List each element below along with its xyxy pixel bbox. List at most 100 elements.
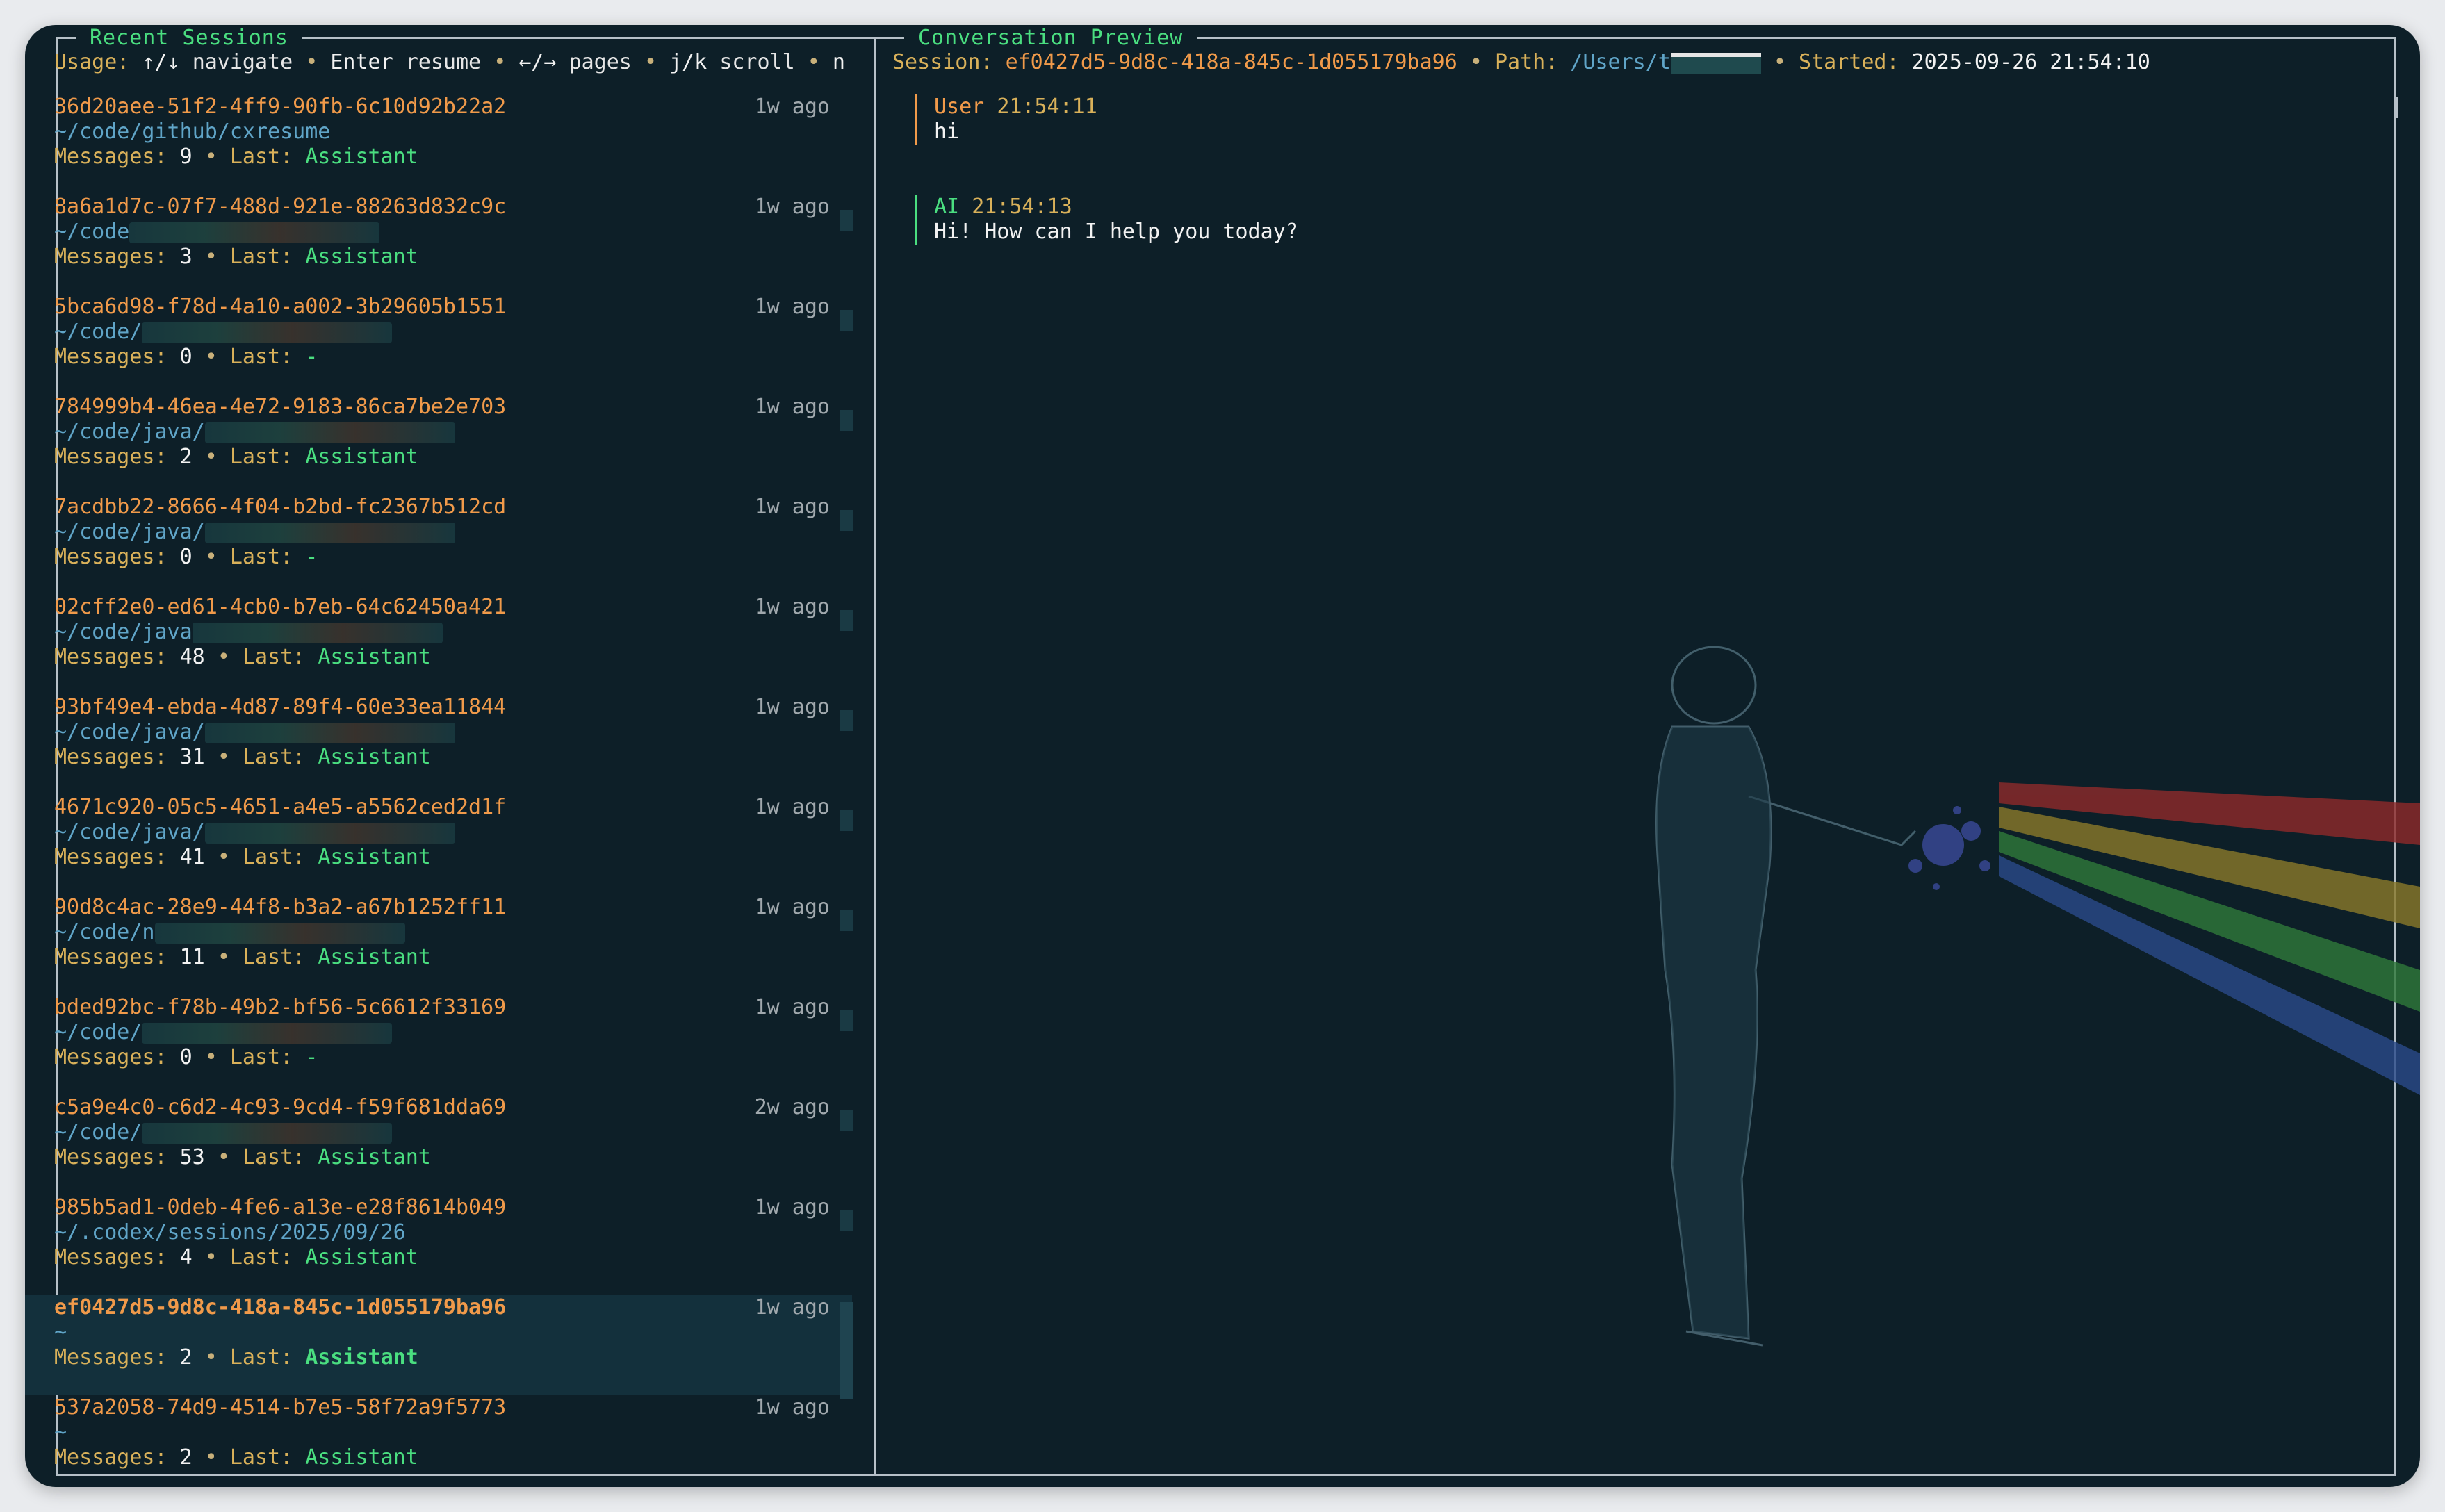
session-age: 1w ago	[754, 1295, 830, 1320]
session-item[interactable]: bded92bc-f78b-49b2-bf56-5c6612f33169 1w a…	[25, 995, 852, 1095]
session-list: 36d20aee-51f2-4ff9-90fb-6c10d92b22a2 1w a…	[25, 94, 852, 1487]
scrollbar-segment[interactable]	[840, 210, 853, 231]
session-meta: Messages: 53 • Last: Assistant	[54, 1145, 431, 1169]
session-id: 90d8c4ac-28e9-44f8-b3a2-a67b1252ff11	[54, 895, 507, 919]
session-item[interactable]: 36d20aee-51f2-4ff9-90fb-6c10d92b22a2 1w a…	[25, 94, 852, 195]
session-item[interactable]: 7acdbb22-8666-4f04-b2bd-fc2367b512cd 1w a…	[25, 495, 852, 595]
session-meta: Messages: 0 • Last: -	[54, 545, 318, 569]
message-count: 41	[179, 845, 205, 869]
session-path: ~/code/java/	[54, 720, 852, 745]
session-id: 784999b4-46ea-4e72-9183-86ca7be2e703	[54, 395, 507, 419]
last-speaker: Assistant	[305, 245, 418, 269]
scrollbar-segment[interactable]	[840, 810, 853, 831]
scrollbar-segment[interactable]	[840, 510, 853, 531]
message-count: 0	[179, 345, 193, 369]
rainbow-beams	[1999, 782, 2420, 1095]
session-item[interactable]: 02cff2e0-ed61-4cb0-b7eb-64c62450a421 1w a…	[25, 595, 852, 695]
scrollbar-segment[interactable]	[840, 1010, 853, 1031]
terminal-window: Recent Sessions Conversation Preview Usa…	[25, 25, 2420, 1487]
message-count: 0	[179, 1045, 193, 1069]
session-item[interactable]: 784999b4-46ea-4e72-9183-86ca7be2e703 1w a…	[25, 395, 852, 495]
message-user: User 21:54:11 hi	[915, 94, 1097, 145]
message-count: 2	[179, 1345, 193, 1370]
session-age: 1w ago	[754, 395, 830, 419]
redacted-block	[204, 722, 455, 743]
last-speaker: Assistant	[318, 1145, 431, 1169]
session-meta: Messages: 2 • Last: Assistant	[54, 1345, 418, 1370]
message-count: 9	[179, 145, 193, 169]
usage-hint: Usage: ↑/↓ navigate • Enter resume • ←/→…	[54, 50, 845, 74]
session-meta: Messages: 0 • Last: -	[54, 1045, 318, 1069]
scrollbar-segment[interactable]	[840, 1210, 853, 1231]
last-speaker: Assistant	[305, 1445, 418, 1470]
redacted-block	[204, 422, 455, 443]
session-meta: Messages: 2 • Last: Assistant	[54, 445, 418, 469]
session-item[interactable]: 4671c920-05c5-4651-a4e5-a5562ced2d1f 1w a…	[25, 795, 852, 895]
scrollbar-segment[interactable]	[840, 310, 853, 331]
session-item[interactable]: 93bf49e4-ebda-4d87-89f4-60e33ea11844 1w a…	[25, 695, 852, 795]
redacted-block	[129, 222, 380, 243]
redacted-block	[142, 322, 393, 343]
session-meta: Messages: 0 • Last: -	[54, 345, 318, 369]
redacted-block	[204, 822, 455, 844]
session-item[interactable]: ef0427d5-9d8c-418a-845c-1d055179ba96 1w a…	[25, 1295, 852, 1395]
session-path: ~	[54, 1420, 67, 1445]
session-age: 1w ago	[754, 295, 830, 319]
scrollbar-segment[interactable]	[840, 610, 853, 631]
session-id: 93bf49e4-ebda-4d87-89f4-60e33ea11844	[54, 695, 507, 719]
message-count: 11	[179, 945, 205, 969]
conversation-preview-title: Conversation Preview	[904, 26, 1197, 51]
session-id: 537a2058-74d9-4514-b7e5-58f72a9f5773	[54, 1395, 507, 1420]
session-path: ~/code/java/	[54, 820, 852, 845]
started-time: 2025-09-26 21:54:10	[1911, 50, 2150, 74]
last-speaker: Assistant	[318, 845, 431, 869]
session-path: /Users/t	[1570, 50, 1671, 74]
scrollbar-segment[interactable]	[840, 910, 853, 931]
session-age: 1w ago	[754, 995, 830, 1019]
session-path: ~/code/github/cxresume	[54, 120, 331, 144]
message-count: 2	[179, 445, 193, 469]
redacted-block	[204, 522, 455, 543]
last-speaker: Assistant	[318, 945, 431, 969]
session-age: 1w ago	[754, 195, 830, 219]
session-path: ~/.codex/sessions/2025/09/26	[54, 1220, 406, 1244]
last-speaker: -	[305, 1045, 318, 1069]
last-speaker: Assistant	[305, 145, 418, 169]
session-meta: Messages: 4 • Last: Assistant	[54, 1245, 418, 1269]
session-age: 1w ago	[754, 1395, 830, 1420]
session-item[interactable]: 5bca6d98-f78d-4a10-a002-3b29605b1551 1w a…	[25, 295, 852, 395]
session-item[interactable]: 537a2058-74d9-4514-b7e5-58f72a9f5773 1w a…	[25, 1395, 852, 1487]
scrollbar-segment[interactable]	[840, 410, 853, 431]
paint-splatter	[1908, 806, 1990, 890]
session-id: 5bca6d98-f78d-4a10-a002-3b29605b1551	[54, 295, 507, 319]
recent-sessions-title: Recent Sessions	[76, 26, 302, 51]
session-meta: Messages: 9 • Last: Assistant	[54, 145, 418, 169]
message-count: 3	[179, 245, 193, 269]
session-path: ~	[54, 1320, 67, 1345]
session-path: ~/code/	[54, 1020, 852, 1045]
session-age: 1w ago	[754, 595, 830, 619]
last-speaker: Assistant	[318, 745, 431, 769]
message-ai: AI 21:54:13 Hi! How can I help you today…	[915, 195, 1298, 245]
session-item[interactable]: 985b5ad1-0deb-4fe6-a13e-e28f8614b049 1w a…	[25, 1195, 852, 1295]
last-speaker: Assistant	[318, 645, 431, 669]
session-id: c5a9e4c0-c6d2-4c93-9cd4-f59f681dda69	[54, 1095, 507, 1119]
session-id: ef0427d5-9d8c-418a-845c-1d055179ba96	[1005, 50, 1457, 74]
background-artwork	[1655, 646, 2420, 1347]
redacted-block	[1670, 52, 1761, 74]
session-meta: Messages: 3 • Last: Assistant	[54, 245, 418, 269]
session-item[interactable]: 8a6a1d7c-07f7-488d-921e-88263d832c9c 1w a…	[25, 195, 852, 295]
message-count: 2	[179, 1445, 193, 1470]
scrollbar-segment[interactable]	[840, 1110, 853, 1131]
figure-fill	[1656, 727, 1771, 1338]
redacted-block	[154, 922, 405, 944]
session-age: 2w ago	[754, 1095, 830, 1119]
session-id: 7acdbb22-8666-4f04-b2bd-fc2367b512cd	[54, 495, 507, 519]
scrollbar-thumb[interactable]	[840, 1302, 853, 1399]
scrollbar-segment[interactable]	[840, 710, 853, 731]
session-item[interactable]: c5a9e4c0-c6d2-4c93-9cd4-f59f681dda69 2w a…	[25, 1095, 852, 1195]
session-path: ~/code/	[54, 320, 852, 345]
session-item[interactable]: 90d8c4ac-28e9-44f8-b3a2-a67b1252ff11 1w a…	[25, 895, 852, 995]
session-id: ef0427d5-9d8c-418a-845c-1d055179ba96	[54, 1295, 507, 1320]
session-age: 1w ago	[754, 495, 830, 519]
